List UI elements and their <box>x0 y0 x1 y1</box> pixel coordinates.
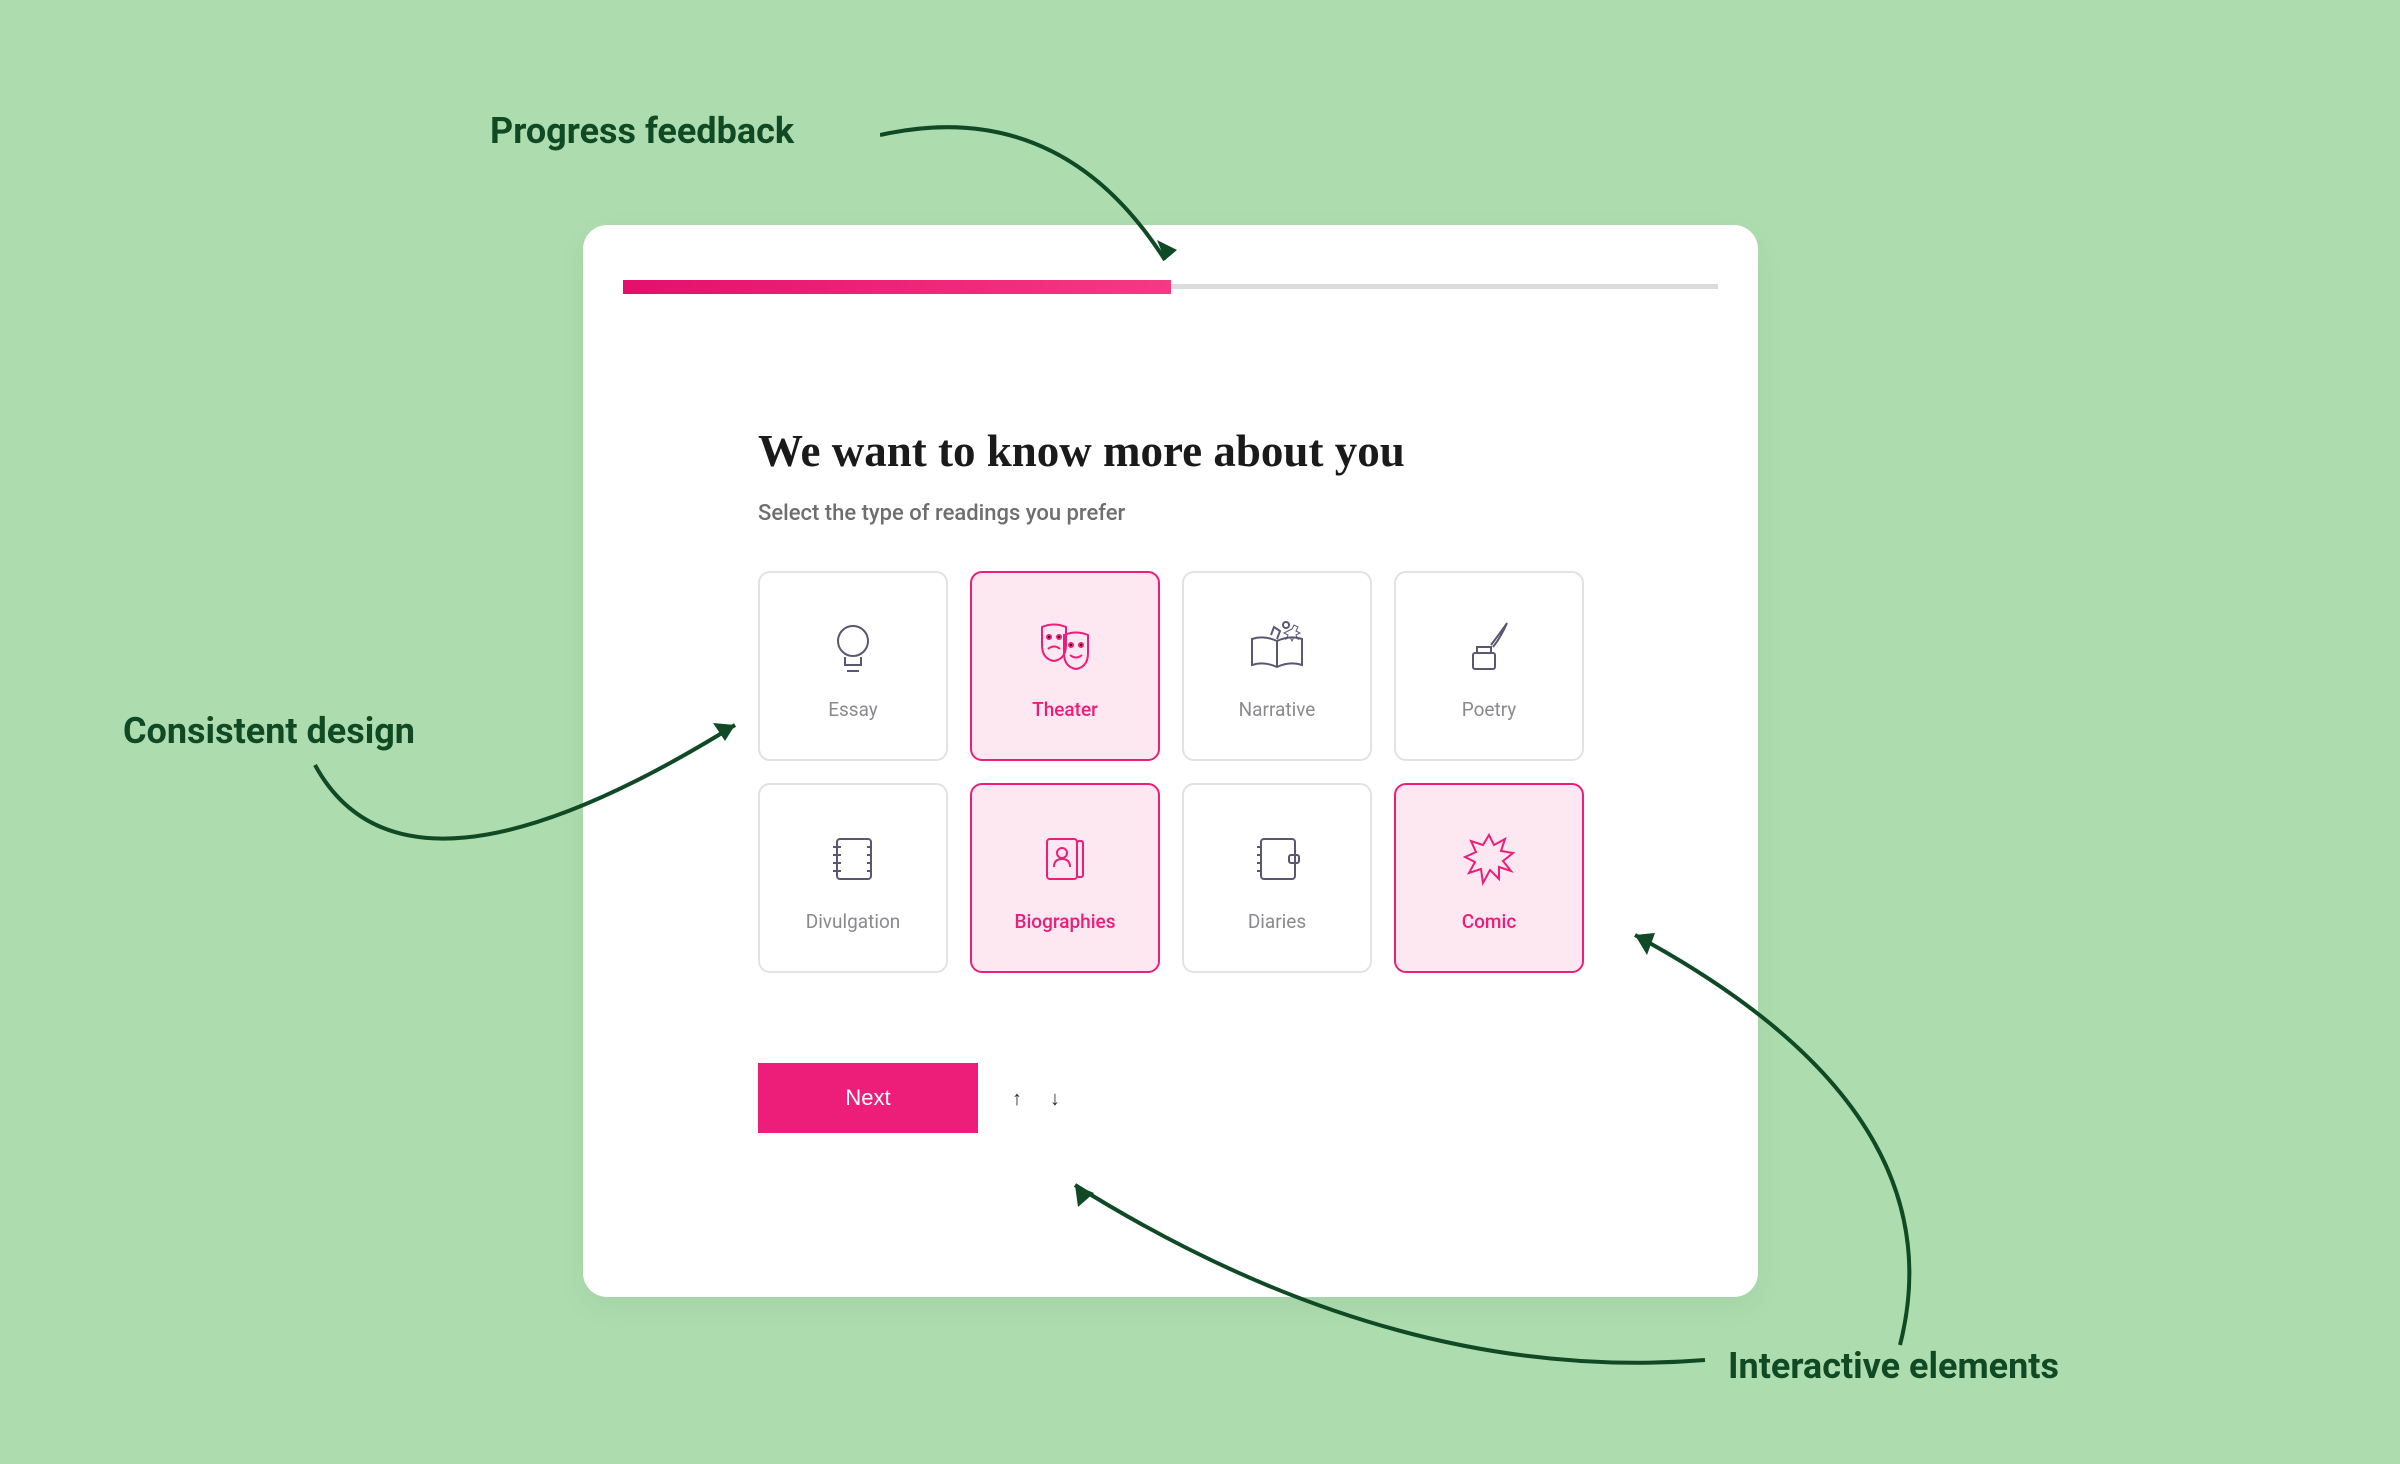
tile-poetry[interactable]: Poetry <box>1394 571 1584 761</box>
tile-divulgation[interactable]: Divulgation <box>758 783 948 973</box>
annotation-consistent: Consistent design <box>123 710 415 752</box>
tile-label: Diaries <box>1248 910 1306 933</box>
next-arrow-button[interactable]: ↓ <box>1040 1083 1070 1113</box>
form-heading: We want to know more about you <box>758 425 1618 477</box>
tile-label: Essay <box>828 698 878 721</box>
annotation-interactive: Interactive elements <box>1728 1345 2059 1387</box>
lightbulb-icon <box>818 612 888 682</box>
annotation-progress: Progress feedback <box>490 110 794 152</box>
tile-essay[interactable]: Essay <box>758 571 948 761</box>
form-footer: Next ↑ ↓ <box>758 1063 1618 1133</box>
tile-label: Divulgation <box>806 910 901 933</box>
tile-theater[interactable]: Theater <box>970 571 1160 761</box>
notebook-icon <box>818 824 888 894</box>
prev-arrow-button[interactable]: ↑ <box>1002 1083 1032 1113</box>
diary-icon <box>1242 824 1312 894</box>
tile-narrative[interactable]: Narrative <box>1182 571 1372 761</box>
tile-label: Comic <box>1462 910 1517 933</box>
progress-fill <box>623 280 1171 294</box>
next-button[interactable]: Next <box>758 1063 978 1133</box>
tile-label: Biographies <box>1014 910 1115 933</box>
tile-diaries[interactable]: Diaries <box>1182 783 1372 973</box>
profile-book-icon <box>1030 824 1100 894</box>
tile-biographies[interactable]: Biographies <box>970 783 1160 973</box>
tile-grid: Essay Theater <box>758 571 1618 973</box>
annotation-arrow-progress <box>880 100 1200 280</box>
annotation-arrow-interactive-right <box>1610 920 1980 1350</box>
comic-burst-icon <box>1454 824 1524 894</box>
nav-arrows: ↑ ↓ <box>1002 1083 1070 1113</box>
form-subheading: Select the type of readings you prefer <box>758 501 1618 526</box>
quill-ink-icon <box>1454 612 1524 682</box>
open-book-icon <box>1242 612 1312 682</box>
tile-label: Theater <box>1032 698 1098 721</box>
form-card: We want to know more about you Select th… <box>583 225 1758 1297</box>
tile-comic[interactable]: Comic <box>1394 783 1584 973</box>
tile-label: Poetry <box>1462 698 1517 721</box>
tile-label: Narrative <box>1239 698 1316 721</box>
progress-bar <box>623 280 1718 294</box>
theater-masks-icon <box>1030 612 1100 682</box>
